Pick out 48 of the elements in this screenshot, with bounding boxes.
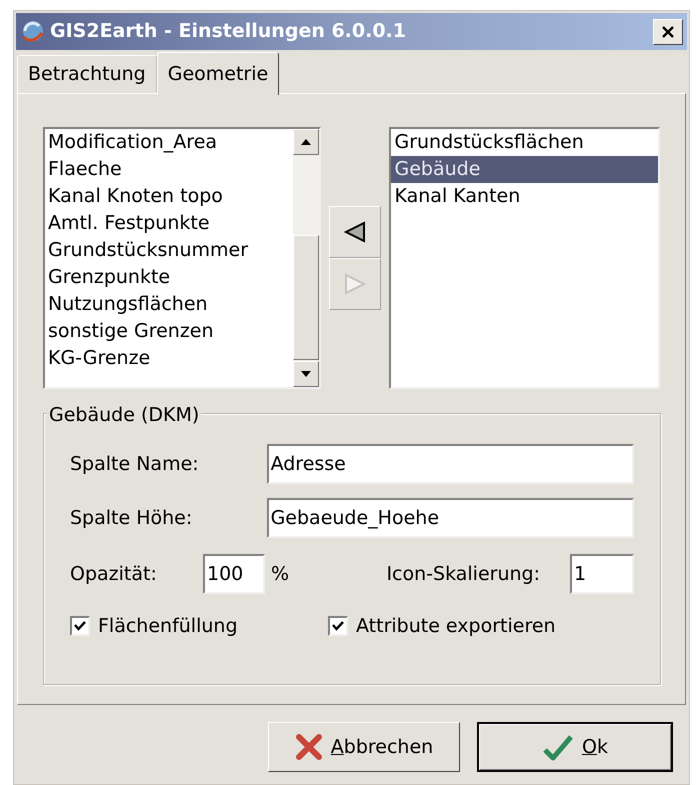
field-label: Icon-Skalierung: xyxy=(386,562,540,587)
list-item[interactable]: Kanal Kanten xyxy=(391,183,658,210)
list-item[interactable]: Modification_Area xyxy=(45,129,294,156)
field-label: Spalte Höhe: xyxy=(70,506,194,531)
input-field[interactable]: 1 xyxy=(570,554,634,594)
list-item[interactable]: Grenzpunkte xyxy=(45,264,294,291)
check-icon xyxy=(542,733,574,761)
tab[interactable]: Geometrie xyxy=(156,52,280,95)
close-button[interactable] xyxy=(653,18,683,44)
scroll-up-button[interactable] xyxy=(293,129,320,155)
layer-list[interactable]: Modification_Area Flaeche Kanal Knoten topo Amtl. Festpunkte Grundstücksnummer Grenzpunkte Nutzungsflächen sonstige Grenzen KG-Grenze xyxy=(43,127,322,389)
globe-icon xyxy=(20,18,46,44)
list-item[interactable]: Grundstücksnummer xyxy=(45,237,294,264)
input-field[interactable]: Adresse xyxy=(266,444,634,484)
checkbox[interactable] xyxy=(328,616,348,636)
list-item[interactable]: Grundstücksflächen xyxy=(391,129,658,156)
input-field[interactable]: Gebaeude_Hoehe xyxy=(266,498,634,538)
scroll-thumb[interactable] xyxy=(293,235,320,360)
checkbox[interactable] xyxy=(70,616,90,636)
cancel-button[interactable]: Abbrechen xyxy=(268,722,460,772)
check-icon xyxy=(74,621,86,632)
list-item[interactable]: KG-Grenze xyxy=(45,345,294,372)
list-item[interactable]: Amtl. Festpunkte xyxy=(45,210,294,237)
list-item[interactable]: Gebäude xyxy=(391,156,658,183)
check-icon xyxy=(332,621,344,632)
move-button[interactable] xyxy=(329,206,382,258)
input-field[interactable]: 100 xyxy=(203,554,265,594)
unit-label: % xyxy=(271,562,290,587)
close-icon xyxy=(661,24,675,38)
list-item[interactable]: Flaeche xyxy=(45,156,294,183)
scrollbar[interactable] xyxy=(293,129,320,387)
right-triangle-icon xyxy=(344,273,366,295)
list-item[interactable]: Nutzungsflächen xyxy=(45,291,294,318)
left-triangle-icon xyxy=(344,221,366,243)
checkbox-label: Attribute exportieren xyxy=(356,614,556,639)
window-title: GIS2Earth - Einstellungen 6.0.0.1 xyxy=(50,19,406,44)
scroll-down-button[interactable] xyxy=(293,361,320,387)
selected-layer-list[interactable]: Grundstücksflächen Gebäude Kanal Kanten xyxy=(389,127,660,389)
list-item[interactable]: sonstige Grenzen xyxy=(45,318,294,345)
up-arrow-icon xyxy=(301,139,312,145)
x-icon xyxy=(294,733,323,761)
field-label: Spalte Name: xyxy=(70,452,200,477)
checkbox-label: Flächenfüllung xyxy=(98,614,238,639)
list-item[interactable]: Kanal Knoten topo xyxy=(45,183,294,210)
ok-button[interactable]: Ok xyxy=(477,722,673,772)
tab[interactable]: Betrachtung xyxy=(17,55,157,93)
field-label: Opazität: xyxy=(70,562,158,587)
down-arrow-icon xyxy=(301,371,312,377)
